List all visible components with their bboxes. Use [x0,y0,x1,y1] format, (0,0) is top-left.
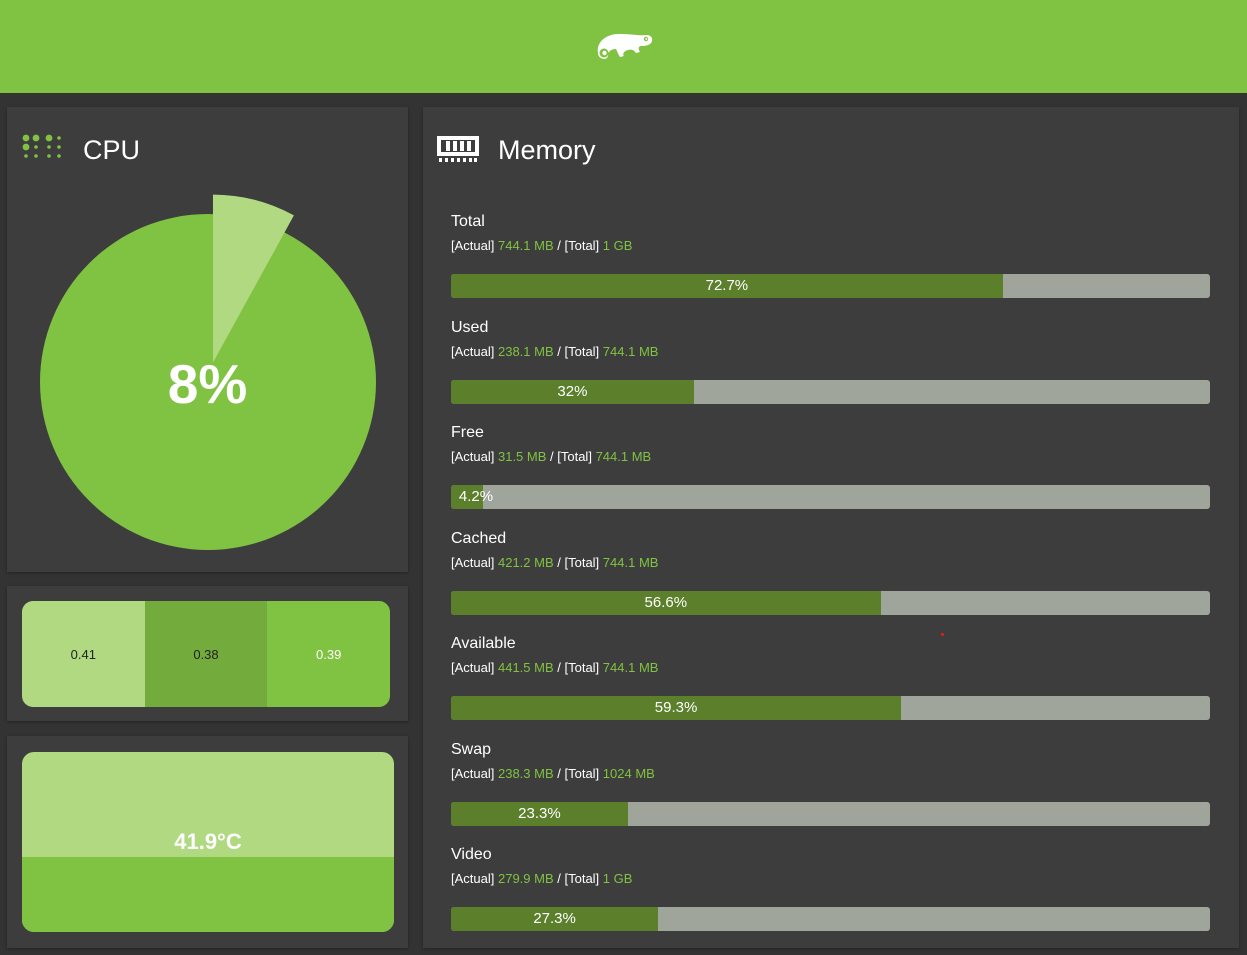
memory-progress-bar: 32% [451,380,1210,404]
memory-percent-label: 32% [557,383,588,400]
memory-progress-bar: 72.7% [451,274,1210,298]
memory-item-detail: [Actual] 421.2 MB / [Total] 744.1 MB [451,555,659,570]
load-card: 0.41 0.38 0.39 [7,586,408,721]
temperature-card: 41.9°C [7,736,408,948]
memory-progress-bar: 56.6% [451,591,1210,615]
memory-item-name: Video [451,846,492,863]
temperature-gauge: 41.9°C [22,752,394,932]
memory-item-name: Swap [451,741,492,758]
memory-progress-bar: 59.3% [451,696,1210,720]
memory-item-name: Total [451,213,485,230]
memory-item-name: Free [451,424,484,441]
load-average-row: 0.41 0.38 0.39 [22,601,390,707]
memory-card: Memory Total [Actual] 744.1 MB / [Total]… [423,107,1239,948]
memory-title: Memory [498,135,596,165]
memory-item-name: Cached [451,530,507,547]
cpu-card: CPU 8% [7,107,408,572]
memory-percent-label: 56.6% [644,594,688,611]
temperature-label: 41.9°C [174,829,242,854]
memory-progress-bar: 23.3% [451,802,1210,826]
load-average-15: 0.39 [267,601,390,707]
memory-icon [437,136,479,162]
memory-percent-label: 59.3% [654,699,698,716]
memory-percent-label: 23.3% [518,805,561,822]
cpu-usage-label: 8% [167,353,248,415]
red-dot-marker [941,633,944,636]
load-average-1: 0.41 [22,601,145,707]
header-bar [0,0,1247,93]
memory-item-name: Used [451,319,489,336]
chameleon-logo-icon [597,33,653,59]
memory-item-detail: [Actual] 744.1 MB / [Total] 1 GB [451,238,633,253]
temperature-fill [22,857,394,932]
memory-progress-bar: 27.3% [451,907,1210,931]
memory-item-detail: [Actual] 441.5 MB / [Total] 744.1 MB [451,660,659,675]
memory-item-detail: [Actual] 238.3 MB / [Total] 1024 MB [451,766,655,781]
cpu-usage-pie [40,194,376,550]
memory-item-name: Available [451,635,516,652]
memory-percent-label: 72.7% [705,277,749,294]
memory-item-detail: [Actual] 238.1 MB / [Total] 744.1 MB [451,344,659,359]
memory-percent-label: 27.3% [533,910,576,927]
memory-item-detail: [Actual] 279.9 MB / [Total] 1 GB [451,871,633,886]
memory-percent-label: 4.2% [458,488,494,505]
load-average-5: 0.38 [144,601,268,707]
memory-item-detail: [Actual] 31.5 MB / [Total] 744.1 MB [451,449,652,464]
memory-progress-bar: 4.2% [451,485,1210,509]
